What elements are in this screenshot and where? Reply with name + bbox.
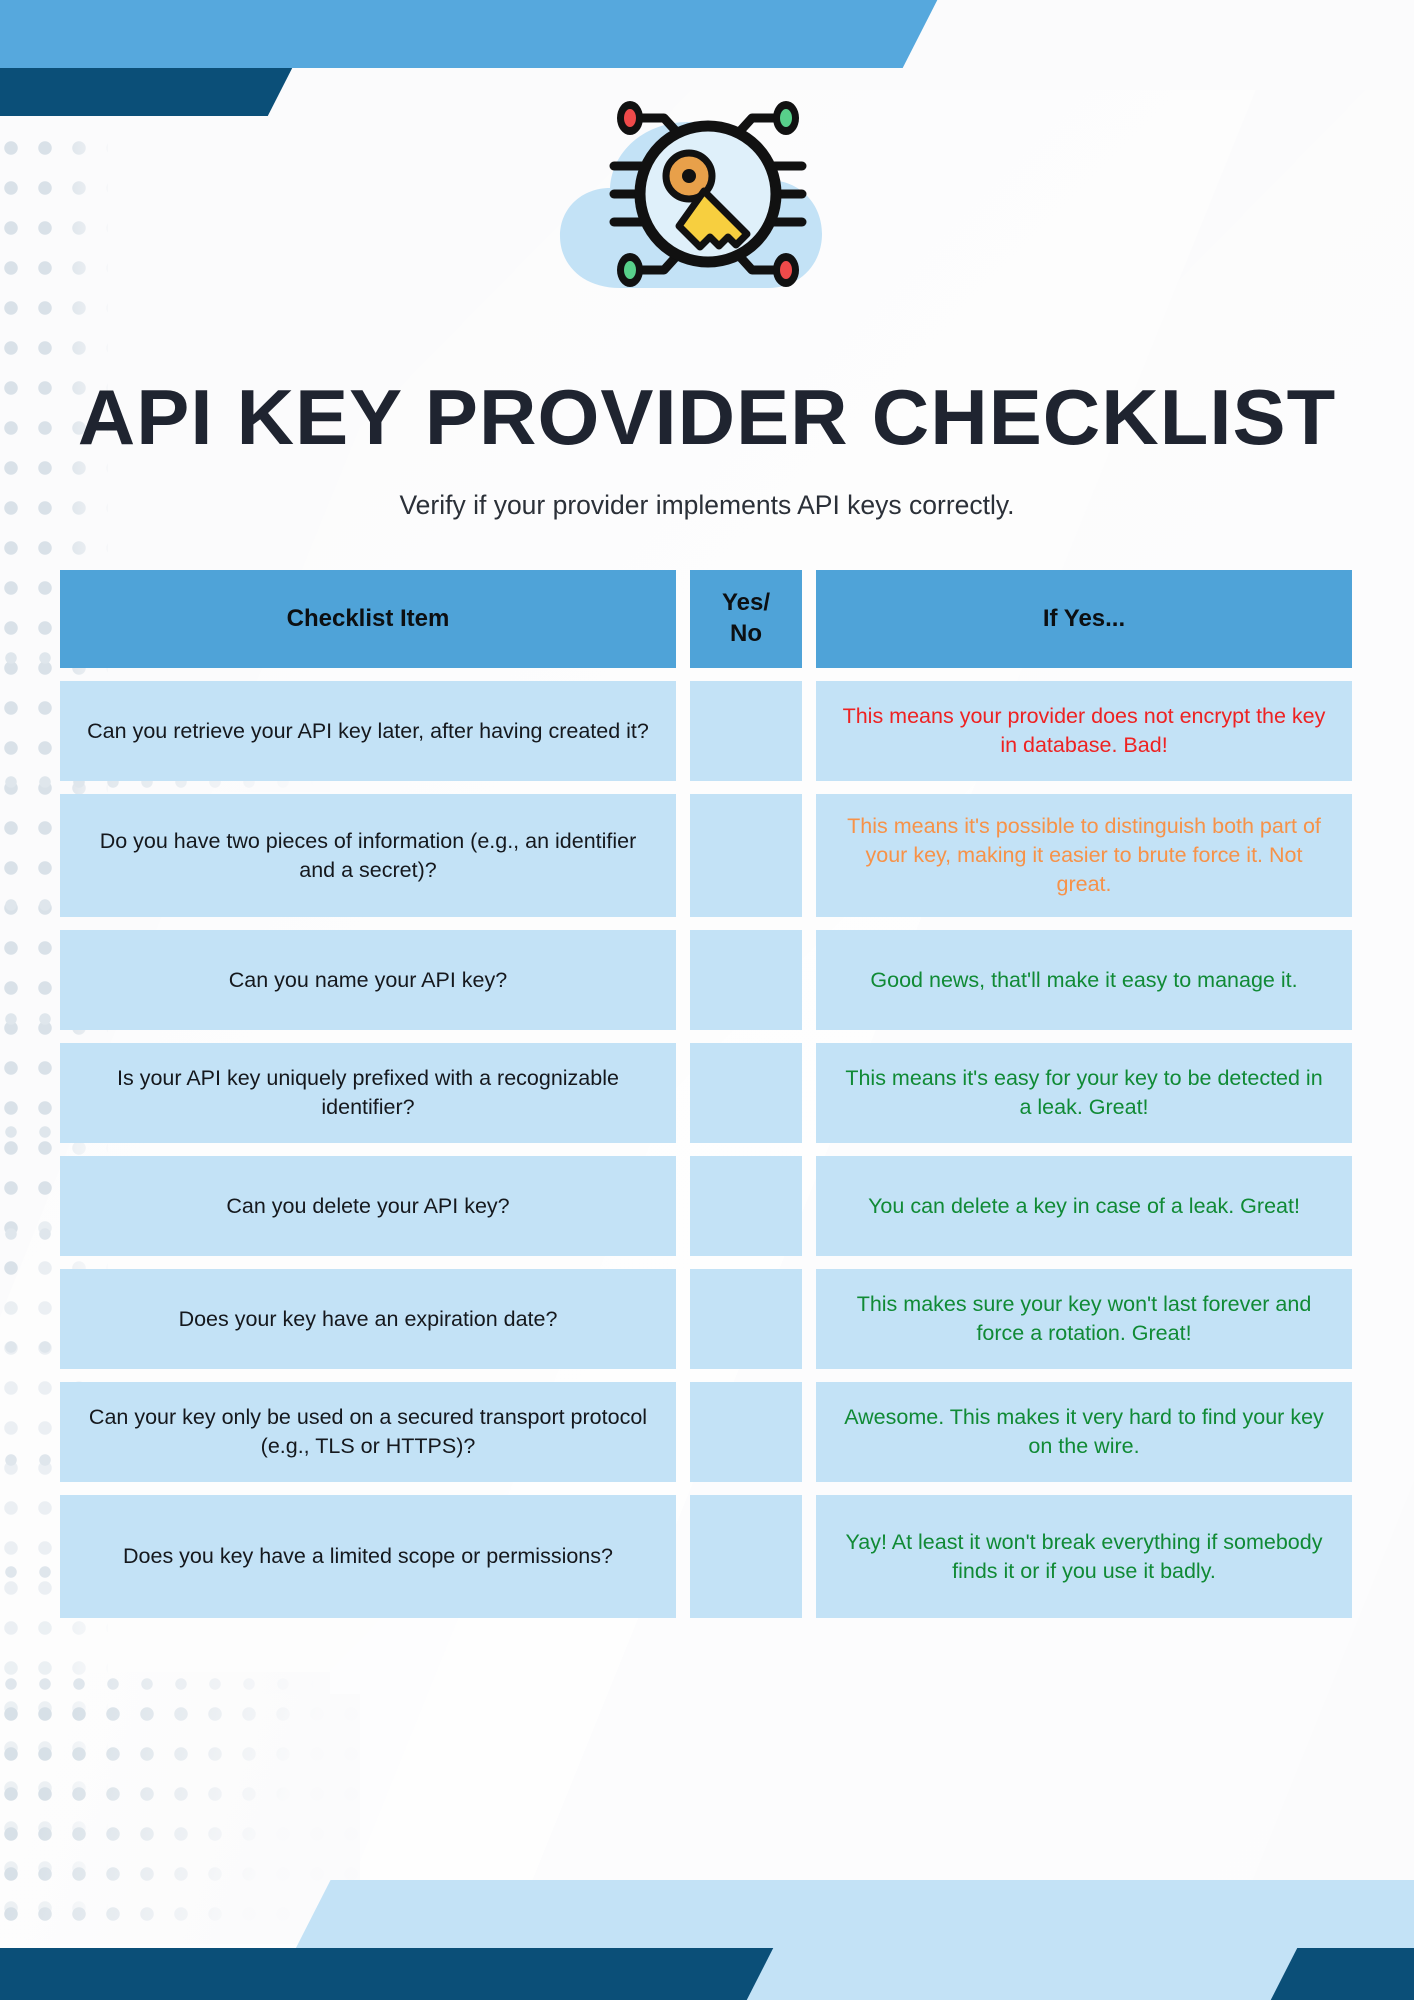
top-band-light-blue [0,0,678,68]
table-header-row: Checklist Item Yes/ No If Yes... [60,570,1354,668]
if-yes-text: This means it's easy for your key to be … [845,1066,1323,1119]
table-row: Does you key have a limited scope or per… [60,1495,1354,1618]
hero-illustration [0,88,1414,303]
checklist-item-cell: Can your key only be used on a secured t… [60,1382,676,1482]
top-band-light-blue-2 [282,0,938,68]
cloud-api-key-icon [560,101,822,288]
checklist-item-text: Do you have two pieces of information (e… [99,828,637,882]
bottom-dot-pattern [0,1694,360,1944]
yes-no-cell[interactable] [690,681,802,781]
checklist-item-cell: Can you retrieve your API key later, aft… [60,681,676,781]
if-yes-cell: This makes sure your key won't last fore… [816,1269,1352,1369]
column-header-label-line2: No [729,620,762,647]
yes-no-cell[interactable] [690,1043,802,1143]
checklist-item-text: Can you retrieve your API key later, aft… [87,718,649,743]
yes-no-cell[interactable] [690,1156,802,1256]
checklist-item-cell: Does you key have a limited scope or per… [60,1495,676,1618]
if-yes-text: This makes sure your key won't last fore… [856,1292,1312,1345]
if-yes-text: Yay! At least it won't break everything … [845,1529,1323,1583]
yes-no-cell[interactable] [690,1382,802,1482]
if-yes-text: You can delete a key in case of a leak. … [868,1193,1300,1218]
table-row: Does your key have an expiration date? T… [60,1269,1354,1369]
checklist-item-text: Does you key have a limited scope or per… [123,1544,613,1569]
table-row: Can you delete your API key? You can del… [60,1156,1354,1256]
checklist-item-text: Can you name your API key? [228,967,508,992]
column-header-label: If Yes... [1042,604,1126,632]
column-header-yes-no: Yes/ No [690,570,802,668]
table-row: Can you retrieve your API key later, aft… [60,681,1354,781]
if-yes-cell: Awesome. This makes it very hard to find… [816,1382,1352,1482]
if-yes-cell: This means your provider does not encryp… [816,681,1352,781]
if-yes-cell: This means it's easy for your key to be … [816,1043,1352,1143]
column-header-label: Yes/ No [722,588,770,649]
yes-no-cell[interactable] [690,1269,802,1369]
if-yes-text: Good news, that'll make it easy to manag… [870,967,1298,992]
column-header-label: Checklist Item [286,604,450,632]
bottom-band-dark-blue-right [1270,1948,1414,2000]
checklist-item-cell: Can you name your API key? [60,930,676,1030]
table-row: Can your key only be used on a secured t… [60,1382,1354,1482]
column-header-checklist-item: Checklist Item [60,570,676,668]
bottom-band-light-blue [269,1880,1414,2000]
if-yes-cell: You can delete a key in case of a leak. … [816,1156,1352,1256]
checklist-table: Checklist Item Yes/ No If Yes... Can you… [60,570,1354,1631]
checklist-item-cell: Is your API key uniquely prefixed with a… [60,1043,676,1143]
yes-no-cell[interactable] [690,794,802,917]
checklist-item-text: Does your key have an expiration date? [178,1306,558,1331]
row-gutter-dots [0,1672,330,1694]
page-title: API KEY PROVIDER CHECKLIST [77,373,1337,461]
yes-no-cell[interactable] [690,1495,802,1618]
if-yes-text: This means your provider does not encryp… [842,704,1326,757]
checklist-item-text: Can you delete your API key? [226,1193,510,1218]
checklist-item-cell: Can you delete your API key? [60,1156,676,1256]
table-row: Can you name your API key? Good news, th… [60,930,1354,1030]
if-yes-cell: This means it's possible to distinguish … [816,794,1352,917]
table-row: Do you have two pieces of information (e… [60,794,1354,917]
yes-no-cell[interactable] [690,930,802,1030]
if-yes-text: Awesome. This makes it very hard to find… [844,1405,1324,1458]
infographic-poster: API KEY PROVIDER CHECKLIST Verify if you… [0,0,1414,2000]
page-subtitle: Verify if your provider implements API k… [399,490,1015,520]
if-yes-text: This means it's possible to distinguish … [847,814,1321,896]
checklist-item-cell: Does your key have an expiration date? [60,1269,676,1369]
column-header-if-yes: If Yes... [816,570,1352,668]
bottom-band-dark-blue [0,1948,774,2000]
checklist-item-text: Can your key only be used on a secured t… [88,1405,648,1458]
checklist-item-text: Is your API key uniquely prefixed with a… [117,1066,619,1119]
if-yes-cell: Good news, that'll make it easy to manag… [816,930,1352,1030]
checklist-item-cell: Do you have two pieces of information (e… [60,794,676,917]
column-header-label-line1: Yes/ [721,589,771,617]
table-row: Is your API key uniquely prefixed with a… [60,1043,1354,1143]
if-yes-cell: Yay! At least it won't break everything … [816,1495,1352,1618]
